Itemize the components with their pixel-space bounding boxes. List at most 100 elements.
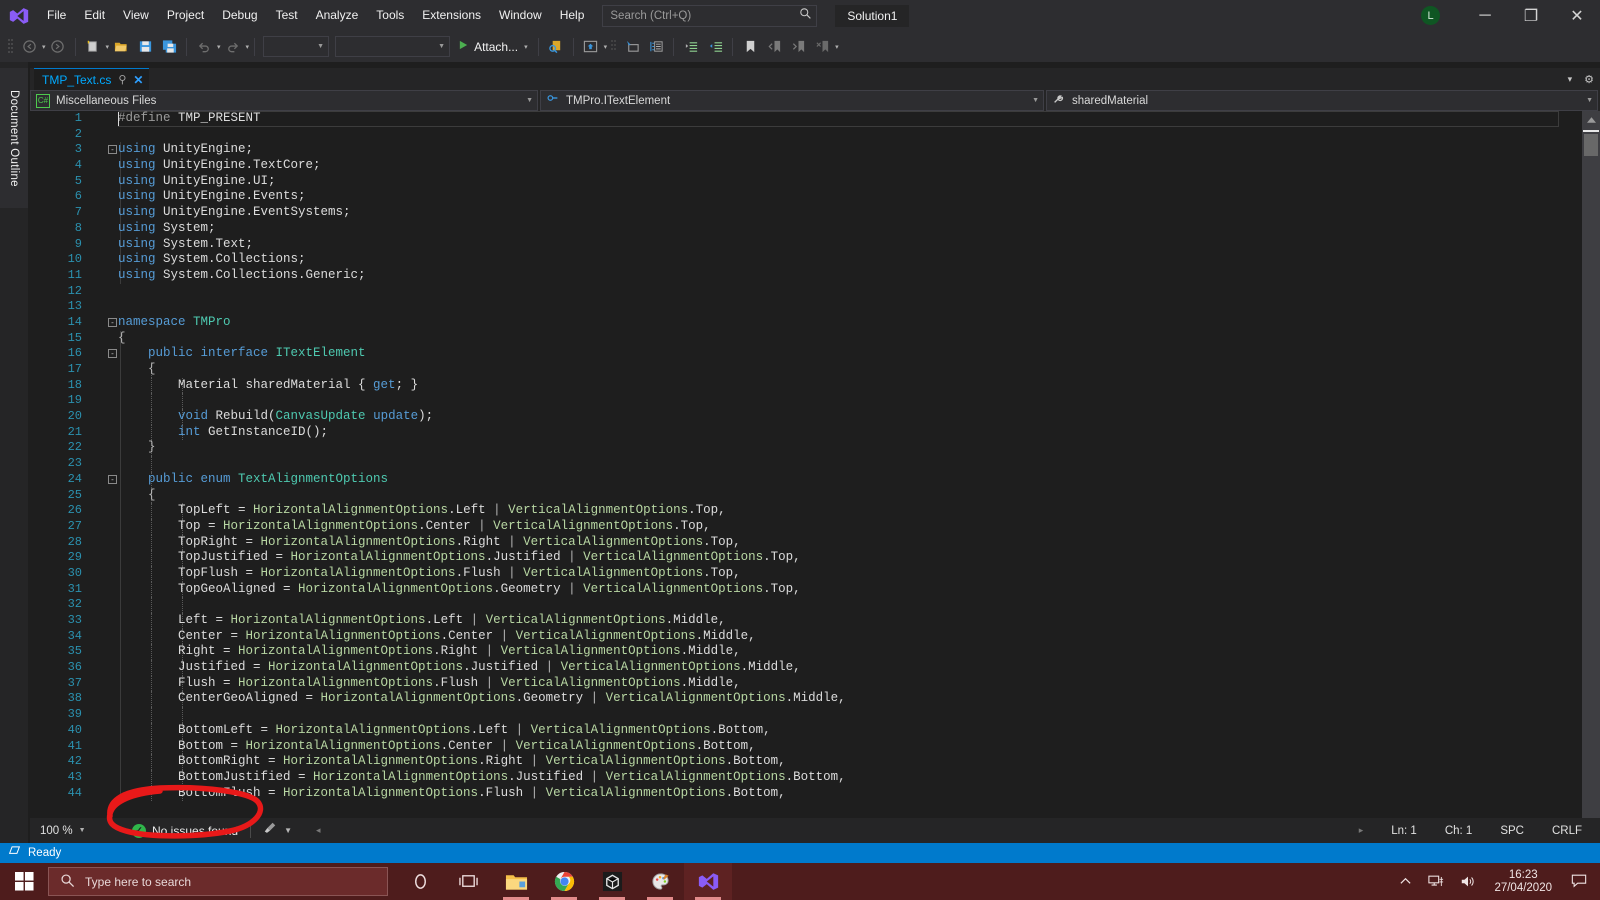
code-line[interactable]: 9 using System.Text; bbox=[30, 236, 1565, 253]
task-view-icon[interactable] bbox=[444, 863, 492, 900]
menu-tools[interactable]: Tools bbox=[367, 0, 413, 31]
navbar-type-dropdown[interactable]: TMPro.ITextElement ▼ bbox=[540, 90, 1044, 111]
code-line[interactable]: 12 bbox=[30, 284, 1565, 300]
code-line[interactable]: 25 { bbox=[30, 487, 1565, 504]
nav-next-icon[interactable]: ▸ bbox=[1345, 825, 1378, 836]
navbar-project-dropdown[interactable]: C# Miscellaneous Files ▼ bbox=[30, 90, 538, 111]
document-outline-tab[interactable]: Document Outline bbox=[0, 68, 28, 208]
code-line[interactable]: 10 using System.Collections; bbox=[30, 252, 1565, 268]
volume-icon[interactable] bbox=[1452, 874, 1484, 889]
document-tab-tmp-text[interactable]: TMP_Text.cs ⚲ ✕ bbox=[34, 68, 150, 90]
code-line[interactable]: 3 - using UnityEngine; bbox=[30, 142, 1565, 159]
column-indicator[interactable]: Ch: 1 bbox=[1431, 825, 1487, 837]
code-line[interactable]: 7 using UnityEngine.EventSystems; bbox=[30, 205, 1565, 221]
code-line[interactable]: 4 using UnityEngine.TextCore; bbox=[30, 158, 1565, 174]
indent-icon[interactable] bbox=[679, 35, 703, 59]
next-bookmark-icon[interactable] bbox=[786, 35, 810, 59]
code-line[interactable]: 1 #define TMP_PRESENT bbox=[30, 111, 1565, 127]
code-line[interactable]: 22 } bbox=[30, 440, 1565, 457]
navbar-member-dropdown[interactable]: sharedMaterial ▼ bbox=[1046, 90, 1598, 111]
prev-bookmark-icon[interactable] bbox=[762, 35, 786, 59]
code-line[interactable]: 36 Justified = HorizontalAlignmentOption… bbox=[30, 660, 1565, 676]
code-line[interactable]: 42 BottomRight = HorizontalAlignmentOpti… bbox=[30, 754, 1565, 770]
vertical-scroll-thumb[interactable] bbox=[1584, 134, 1598, 156]
code-line[interactable]: 40 BottomLeft = HorizontalAlignmentOptio… bbox=[30, 722, 1565, 739]
vertical-scrollbar[interactable] bbox=[1582, 111, 1600, 818]
menu-view[interactable]: View bbox=[114, 0, 158, 31]
code-line[interactable]: 26 TopLeft = HorizontalAlignmentOptions.… bbox=[30, 503, 1565, 519]
preview-icon[interactable] bbox=[544, 35, 568, 59]
menu-analyze[interactable]: Analyze bbox=[307, 0, 368, 31]
redo-dropdown[interactable]: ▾ bbox=[246, 43, 250, 51]
taskbar-search-input[interactable]: Type here to search bbox=[48, 867, 388, 896]
paint-3d-icon[interactable] bbox=[636, 863, 684, 900]
action-center-icon[interactable] bbox=[1562, 873, 1600, 891]
cortana-icon[interactable] bbox=[396, 863, 444, 900]
code-line[interactable]: 33 Left = HorizontalAlignmentOptions.Lef… bbox=[30, 613, 1565, 629]
code-lines[interactable]: 1 #define TMP_PRESENT 2 3- using UnityEngine… bbox=[30, 111, 1565, 818]
toolbar-overflow[interactable]: ▾ bbox=[835, 43, 839, 51]
code-line[interactable]: 21 int GetInstanceID(); bbox=[30, 424, 1565, 441]
fold-toggle[interactable]: - bbox=[108, 145, 117, 155]
code-line[interactable]: 19 bbox=[30, 393, 1565, 410]
show-hidden-icons[interactable] bbox=[1391, 875, 1420, 888]
code-line[interactable]: 43 BottomJustified = HorizontalAlignment… bbox=[30, 769, 1565, 786]
undo-icon[interactable] bbox=[192, 35, 216, 59]
menu-project[interactable]: Project bbox=[158, 0, 213, 31]
code-line[interactable]: 32 bbox=[30, 597, 1565, 613]
attach-button[interactable]: Attach... ▾ bbox=[453, 35, 533, 59]
navigate-back-icon[interactable] bbox=[17, 35, 41, 59]
new-item-icon[interactable] bbox=[81, 35, 105, 59]
close-button[interactable]: ✕ bbox=[1554, 0, 1600, 31]
code-line[interactable]: 30 TopFlush = HorizontalAlignmentOptions… bbox=[30, 565, 1565, 582]
attach-dropdown[interactable]: ▾ bbox=[524, 43, 528, 51]
menu-test[interactable]: Test bbox=[267, 0, 307, 31]
issues-status[interactable]: ✓ No issues found bbox=[118, 823, 238, 838]
close-icon[interactable]: ✕ bbox=[133, 73, 143, 87]
outdent-icon[interactable] bbox=[703, 35, 727, 59]
code-line[interactable]: 18 Material sharedMaterial { get; } bbox=[30, 377, 1565, 394]
gear-icon[interactable]: ⚙ bbox=[1584, 73, 1594, 86]
network-icon[interactable] bbox=[1420, 874, 1452, 889]
toolbar-grip[interactable] bbox=[610, 37, 617, 57]
nav-prev-icon[interactable]: ◂ bbox=[316, 825, 321, 836]
code-line[interactable]: 41 Bottom = HorizontalAlignmentOptions.C… bbox=[30, 738, 1565, 755]
toolbox-icon[interactable] bbox=[644, 35, 668, 59]
avatar[interactable]: L bbox=[1421, 6, 1440, 25]
platform-combo[interactable]: ▼ bbox=[335, 36, 451, 57]
code-line[interactable]: 28 TopRight = HorizontalAlignmentOptions… bbox=[30, 534, 1565, 551]
chevron-down-icon[interactable]: ▼ bbox=[284, 826, 292, 835]
unity-icon[interactable] bbox=[588, 863, 636, 900]
code-line[interactable]: 16 - public interface ITextElement bbox=[30, 346, 1565, 362]
line-indicator[interactable]: Ln: 1 bbox=[1377, 825, 1431, 837]
redo-icon[interactable] bbox=[221, 35, 245, 59]
clear-bookmark-icon[interactable] bbox=[810, 35, 834, 59]
code-line[interactable]: 2 bbox=[30, 127, 1565, 143]
menu-help[interactable]: Help bbox=[551, 0, 594, 31]
code-line[interactable]: 20 void Rebuild(CanvasUpdate update); bbox=[30, 409, 1565, 425]
windows-start-icon[interactable] bbox=[0, 863, 48, 900]
eol-indicator[interactable]: CRLF bbox=[1538, 825, 1596, 837]
code-editor[interactable]: 1 #define TMP_PRESENT 2 3- using UnityEngine… bbox=[30, 111, 1600, 843]
chevron-down-icon[interactable]: ▾ bbox=[1568, 74, 1573, 85]
pin-icon[interactable]: ⚲ bbox=[118, 73, 126, 86]
brush-icon[interactable] bbox=[263, 821, 277, 840]
save-all-icon[interactable] bbox=[157, 35, 181, 59]
toolbar-grip[interactable] bbox=[7, 37, 14, 57]
menu-debug[interactable]: Debug bbox=[213, 0, 266, 31]
visual-studio-icon[interactable] bbox=[684, 863, 732, 900]
quick-launch-search[interactable]: Search (Ctrl+Q) bbox=[602, 4, 818, 27]
code-line[interactable]: 17 { bbox=[30, 362, 1565, 378]
navigate-forward-icon[interactable] bbox=[46, 35, 70, 59]
file-explorer-icon[interactable] bbox=[492, 863, 540, 900]
code-line[interactable]: 27 Top = HorizontalAlignmentOptions.Cent… bbox=[30, 518, 1565, 535]
scroll-up-arrow[interactable] bbox=[1582, 113, 1600, 127]
open-file-icon[interactable] bbox=[109, 35, 133, 59]
save-icon[interactable] bbox=[133, 35, 157, 59]
code-line[interactable]: 44 BottomFlush = HorizontalAlignmentOpti… bbox=[30, 785, 1565, 802]
code-line[interactable]: 5 using UnityEngine.UI; bbox=[30, 173, 1565, 190]
code-line[interactable]: 14 - namespace TMPro bbox=[30, 315, 1565, 331]
menu-edit[interactable]: Edit bbox=[75, 0, 114, 31]
properties-window-icon[interactable] bbox=[620, 35, 644, 59]
taskbar-clock[interactable]: 16:23 27/04/2020 bbox=[1484, 869, 1562, 895]
